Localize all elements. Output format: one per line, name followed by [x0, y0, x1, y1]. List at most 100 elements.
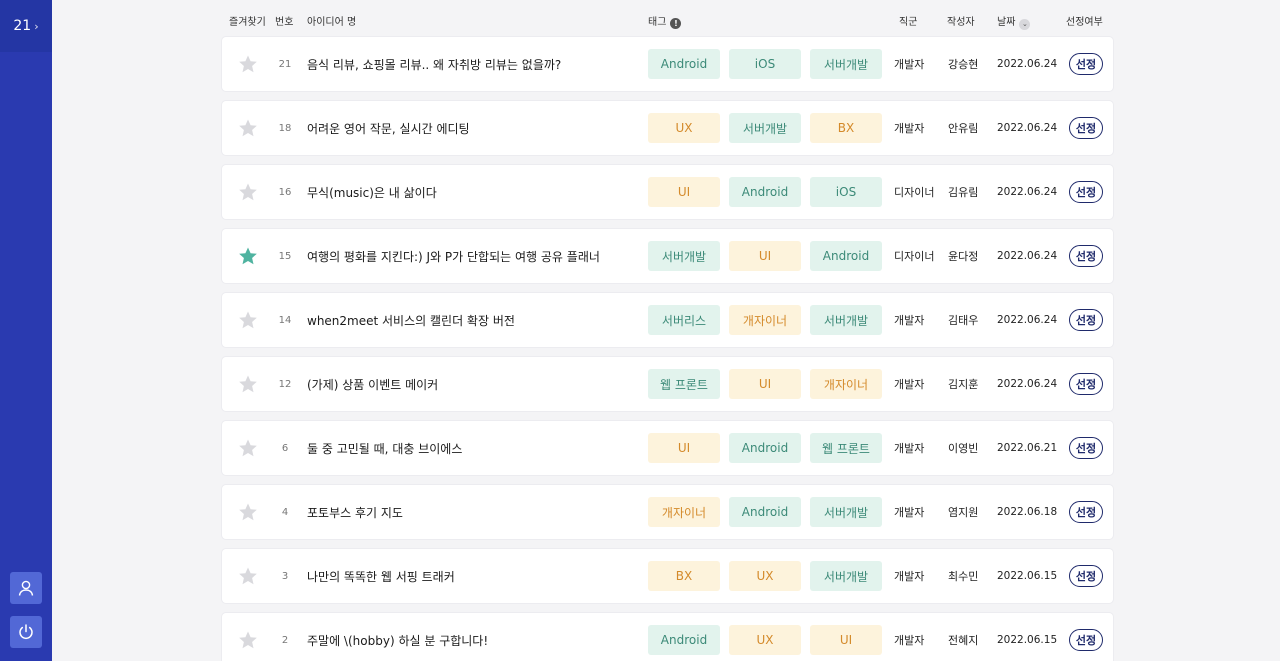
role: 디자이너 — [894, 250, 935, 263]
tag-chip[interactable]: UI — [648, 177, 720, 207]
star-outline-icon[interactable] — [238, 374, 258, 394]
idea-number: 16 — [278, 186, 292, 198]
table-row[interactable]: 16 무식(music)은 내 삶이다 UI Android iOS 디자이너 김유… — [222, 165, 1113, 219]
author: 염지원 — [948, 506, 979, 519]
tag-chip[interactable]: Android — [810, 241, 882, 271]
select-button[interactable]: 선정 — [1069, 53, 1103, 75]
tag-chip[interactable]: 개자이너 — [648, 497, 720, 527]
select-button[interactable]: 선정 — [1069, 373, 1103, 395]
table-row[interactable]: 4 포토부스 후기 지도 개자이너 Android 서버개발 개발자 염지원 202… — [222, 485, 1113, 539]
date: 2022.06.24 — [997, 250, 1058, 262]
idea-title[interactable]: (가제) 상품 이벤트 메이커 — [307, 357, 637, 411]
idea-title[interactable]: 주말에 \(hobby) 하실 분 구합니다! — [307, 613, 637, 661]
logout-button[interactable] — [10, 616, 42, 648]
tag-chip[interactable]: Android — [729, 177, 801, 207]
tag-chip[interactable]: 서버개발 — [648, 241, 720, 271]
date: 2022.06.24 — [997, 58, 1058, 70]
table-row[interactable]: 15 여행의 평화를 지킨다:) J와 P가 단합되는 여행 공유 플래너 서버… — [222, 229, 1113, 283]
select-button[interactable]: 선정 — [1069, 181, 1103, 203]
date: 2022.06.15 — [997, 634, 1058, 646]
tag-chip[interactable]: UI — [648, 433, 720, 463]
info-icon[interactable]: ! — [670, 18, 682, 29]
author: 최수민 — [948, 570, 979, 583]
tag-chip[interactable]: Android — [729, 433, 801, 463]
tag-chip[interactable]: 서버개발 — [810, 561, 882, 591]
idea-title[interactable]: 포토부스 후기 지도 — [307, 485, 637, 539]
tag-chip[interactable]: 웹 프론트 — [810, 433, 882, 463]
chevron-down-icon[interactable]: ⌄ — [1019, 18, 1031, 30]
tag-chip[interactable]: BX — [810, 113, 882, 143]
idea-title[interactable]: 여행의 평화를 지킨다:) J와 P가 단합되는 여행 공유 플래너 — [307, 229, 637, 283]
header-date-label: 날짜 — [997, 17, 1016, 28]
tag-chip[interactable]: UX — [648, 113, 720, 143]
select-button[interactable]: 선정 — [1069, 309, 1103, 331]
tag-chip[interactable]: UX — [729, 625, 801, 655]
idea-title[interactable]: 어려운 영어 작문, 실시간 에디팅 — [307, 101, 637, 155]
select-button[interactable]: 선정 — [1069, 565, 1103, 587]
author: 전혜지 — [948, 634, 979, 647]
table-header: 즐겨찾기 번호 아이디어 명 태그! 직군 작성자 날짜 ⌄ 선정여부 — [222, 0, 1113, 37]
star-outline-icon[interactable] — [238, 182, 258, 202]
select-button[interactable]: 선정 — [1069, 117, 1103, 139]
role: 개발자 — [894, 378, 925, 391]
select-button[interactable]: 선정 — [1069, 501, 1103, 523]
table-row[interactable]: 21 음식 리뷰, 쇼핑몰 리뷰.. 왜 자취방 리뷰는 없을까? Androi… — [222, 37, 1113, 91]
star-filled-icon[interactable] — [238, 246, 258, 266]
header-selection: 선정여부 — [1066, 17, 1103, 28]
star-outline-icon[interactable] — [238, 502, 258, 522]
role: 개발자 — [894, 314, 925, 327]
table-row[interactable]: 6 둘 중 고민될 때, 대충 브이에스 UI Android 웹 프론트 개발자 … — [222, 421, 1113, 475]
table-row[interactable]: 18 어려운 영어 작문, 실시간 에디팅 UX 서버개발 BX 개발자 안유림 2… — [222, 101, 1113, 155]
idea-count-toggle[interactable]: 21 › — [0, 0, 52, 52]
tag-chip[interactable]: UI — [729, 241, 801, 271]
tag-chip[interactable]: Android — [648, 625, 720, 655]
table-row[interactable]: 2 주말에 \(hobby) 하실 분 구합니다! Android UX UI 개발… — [222, 613, 1113, 661]
star-outline-icon[interactable] — [238, 310, 258, 330]
tag-chip[interactable]: iOS — [810, 177, 882, 207]
date: 2022.06.24 — [997, 122, 1058, 134]
idea-title[interactable]: 둘 중 고민될 때, 대충 브이에스 — [307, 421, 637, 475]
role: 개발자 — [894, 634, 925, 647]
tag-chip[interactable]: Android — [729, 497, 801, 527]
tag-chip[interactable]: UI — [729, 369, 801, 399]
date: 2022.06.15 — [997, 570, 1058, 582]
role: 개발자 — [894, 58, 925, 71]
author: 김지훈 — [948, 378, 979, 391]
table-row[interactable]: 14 when2meet 서비스의 캘린더 확장 버전 서버리스 개자이너 서버개발… — [222, 293, 1113, 347]
tag-chip[interactable]: 개자이너 — [729, 305, 801, 335]
date: 2022.06.24 — [997, 314, 1058, 326]
table-row[interactable]: 12 (가제) 상품 이벤트 메이커 웹 프론트 UI 개자이너 개발자 김지훈 2… — [222, 357, 1113, 411]
chevron-right-icon: › — [34, 19, 39, 33]
tag-chip[interactable]: BX — [648, 561, 720, 591]
star-outline-icon[interactable] — [238, 54, 258, 74]
header-tag: 태그! — [648, 13, 682, 29]
idea-title[interactable]: 나만의 똑똑한 웹 서핑 트래커 — [307, 549, 637, 603]
tag-chip[interactable]: 서버개발 — [810, 49, 882, 79]
power-icon — [19, 624, 33, 639]
idea-number: 18 — [278, 122, 292, 134]
tag-chip[interactable]: UX — [729, 561, 801, 591]
tag-chip[interactable]: 서버리스 — [648, 305, 720, 335]
star-outline-icon[interactable] — [238, 630, 258, 650]
idea-title[interactable]: when2meet 서비스의 캘린더 확장 버전 — [307, 293, 637, 347]
tag-chip[interactable]: 서버개발 — [810, 305, 882, 335]
star-outline-icon[interactable] — [238, 118, 258, 138]
author: 이영빈 — [948, 442, 979, 455]
profile-button[interactable] — [10, 572, 42, 604]
select-button[interactable]: 선정 — [1069, 245, 1103, 267]
tag-chip[interactable]: UI — [810, 625, 882, 655]
tag-chip[interactable]: 웹 프론트 — [648, 369, 720, 399]
star-outline-icon[interactable] — [238, 566, 258, 586]
tag-chip[interactable]: iOS — [729, 49, 801, 79]
tag-chip[interactable]: 개자이너 — [810, 369, 882, 399]
table-row[interactable]: 3 나만의 똑똑한 웹 서핑 트래커 BX UX 서버개발 개발자 최수민 2022… — [222, 549, 1113, 603]
idea-title[interactable]: 무식(music)은 내 삶이다 — [307, 165, 637, 219]
tag-chip[interactable]: 서버개발 — [729, 113, 801, 143]
star-outline-icon[interactable] — [238, 438, 258, 458]
tag-chip[interactable]: 서버개발 — [810, 497, 882, 527]
select-button[interactable]: 선정 — [1069, 437, 1103, 459]
idea-title[interactable]: 음식 리뷰, 쇼핑몰 리뷰.. 왜 자취방 리뷰는 없을까? — [307, 37, 637, 91]
header-date-sort[interactable]: 날짜 ⌄ — [997, 13, 1031, 30]
tag-chip[interactable]: Android — [648, 49, 720, 79]
select-button[interactable]: 선정 — [1069, 629, 1103, 651]
